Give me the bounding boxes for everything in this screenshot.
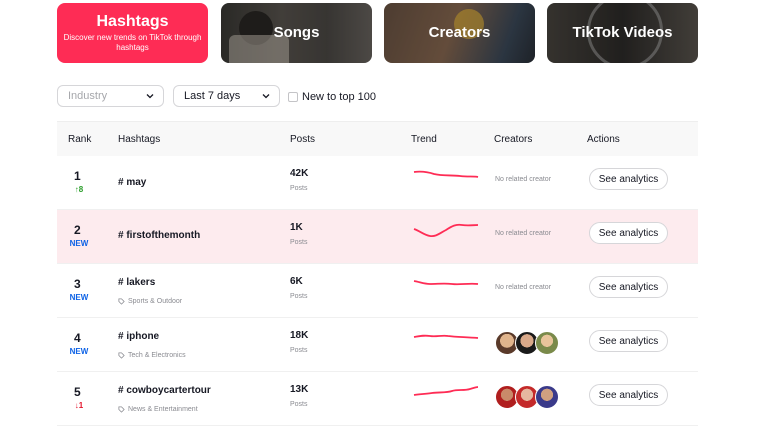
category-card-tiktok-videos[interactable]: TikTok Videos <box>547 3 698 63</box>
creator-avatar[interactable] <box>535 385 559 409</box>
see-analytics-button[interactable]: See analytics <box>589 330 668 352</box>
hashtag-name[interactable]: # iphone <box>118 331 159 342</box>
posts-label: Posts <box>290 239 308 246</box>
table-row[interactable]: 2 NEW # firstofthemonth 1K Posts No rela… <box>57 210 698 264</box>
rank-change: ↑8 <box>74 185 84 194</box>
new-to-top-checkbox[interactable]: New to top 100 <box>288 91 376 103</box>
trend-sparkline <box>413 223 479 238</box>
header-rank: Rank <box>68 133 92 145</box>
chevron-down-icon <box>262 94 270 99</box>
category-card-hashtags[interactable]: Hashtags Discover new trends on TikTok t… <box>57 3 208 63</box>
rank-number: 5 <box>74 385 81 399</box>
rank-number: 2 <box>74 223 81 237</box>
creator-avatar[interactable] <box>535 331 559 355</box>
creator-avatars <box>495 385 565 409</box>
category-title: TikTok Videos <box>572 24 673 41</box>
creator-avatars <box>495 331 565 355</box>
category-label: News & Entertainment <box>128 406 198 413</box>
filter-bar: Industry Last 7 days New to top 100 <box>57 85 698 109</box>
tag-icon <box>118 298 125 305</box>
trend-sparkline <box>413 280 479 286</box>
rank-change: NEW <box>69 239 89 248</box>
hashtag-name[interactable]: # firstofthemonth <box>118 230 200 241</box>
hashtag-name[interactable]: # lakers <box>118 277 155 288</box>
rank-number: 1 <box>74 169 81 183</box>
rank-number: 4 <box>74 331 81 345</box>
no-creator-text: No related creator <box>495 230 552 237</box>
category-title: Hashtags <box>96 13 169 30</box>
hashtag-name[interactable]: # may <box>118 177 146 188</box>
header-trend: Trend <box>411 133 437 145</box>
new-to-top-label: New to top 100 <box>302 91 376 103</box>
category-description: Discover new trends on TikTok through ha… <box>63 33 202 52</box>
category-card-creators[interactable]: Creators <box>384 3 535 63</box>
table-row[interactable]: 5 ↓1 # cowboycartertour News & Entertain… <box>57 372 698 426</box>
tag-icon <box>118 352 125 359</box>
posts-count: 42K <box>290 168 309 179</box>
tag-icon <box>118 406 125 413</box>
table-row[interactable]: 4 NEW # iphone Tech & Electronics 18K Po… <box>57 318 698 372</box>
rank-change: NEW <box>69 347 89 356</box>
posts-count: 1K <box>290 222 303 233</box>
category-title: Songs <box>273 24 320 41</box>
period-value: Last 7 days <box>184 90 241 102</box>
posts-label: Posts <box>290 293 308 300</box>
trend-sparkline <box>413 170 479 178</box>
posts-label: Posts <box>290 185 308 192</box>
rank-number: 3 <box>74 277 81 291</box>
trend-sparkline <box>413 386 479 396</box>
posts-label: Posts <box>290 347 308 354</box>
hashtag-table: Rank Hashtags Posts Trend Creators Actio… <box>57 121 698 426</box>
see-analytics-button[interactable]: See analytics <box>589 384 668 406</box>
no-creator-text: No related creator <box>495 284 552 291</box>
category-label: Sports & Outdoor <box>128 298 183 305</box>
category-title: Creators <box>428 24 491 41</box>
posts-count: 18K <box>290 330 309 341</box>
see-analytics-button[interactable]: See analytics <box>589 222 668 244</box>
checkbox-box[interactable] <box>288 92 298 102</box>
table-header: Rank Hashtags Posts Trend Creators Actio… <box>57 121 698 156</box>
posts-count: 6K <box>290 276 303 287</box>
period-select[interactable]: Last 7 days <box>173 85 280 107</box>
see-analytics-button[interactable]: See analytics <box>589 276 668 298</box>
header-actions: Actions <box>587 133 620 145</box>
category-card-songs[interactable]: Songs <box>221 3 372 63</box>
hashtag-category: Tech & Electronics <box>118 352 186 359</box>
table-row[interactable]: 1 ↑8 # may 42K Posts No related creator … <box>57 156 698 210</box>
header-hashtags: Hashtags <box>118 133 161 145</box>
rank-change: ↓1 <box>74 401 84 410</box>
see-analytics-button[interactable]: See analytics <box>589 168 668 190</box>
chevron-down-icon <box>146 94 154 99</box>
no-creator-text: No related creator <box>495 176 552 183</box>
header-posts: Posts <box>290 133 316 145</box>
category-label: Tech & Electronics <box>128 352 186 359</box>
table-row[interactable]: 3 NEW # lakers Sports & Outdoor 6K Posts… <box>57 264 698 318</box>
category-cards: Hashtags Discover new trends on TikTok t… <box>57 3 698 63</box>
hashtag-category: News & Entertainment <box>118 406 198 413</box>
industry-placeholder: Industry <box>68 90 108 102</box>
hashtag-name[interactable]: # cowboycartertour <box>118 385 211 396</box>
posts-count: 13K <box>290 384 309 395</box>
header-creators: Creators <box>494 133 533 145</box>
rank-change: NEW <box>69 293 89 302</box>
trend-sparkline <box>413 334 479 339</box>
industry-select[interactable]: Industry <box>57 85 164 107</box>
hashtag-category: Sports & Outdoor <box>118 298 182 305</box>
